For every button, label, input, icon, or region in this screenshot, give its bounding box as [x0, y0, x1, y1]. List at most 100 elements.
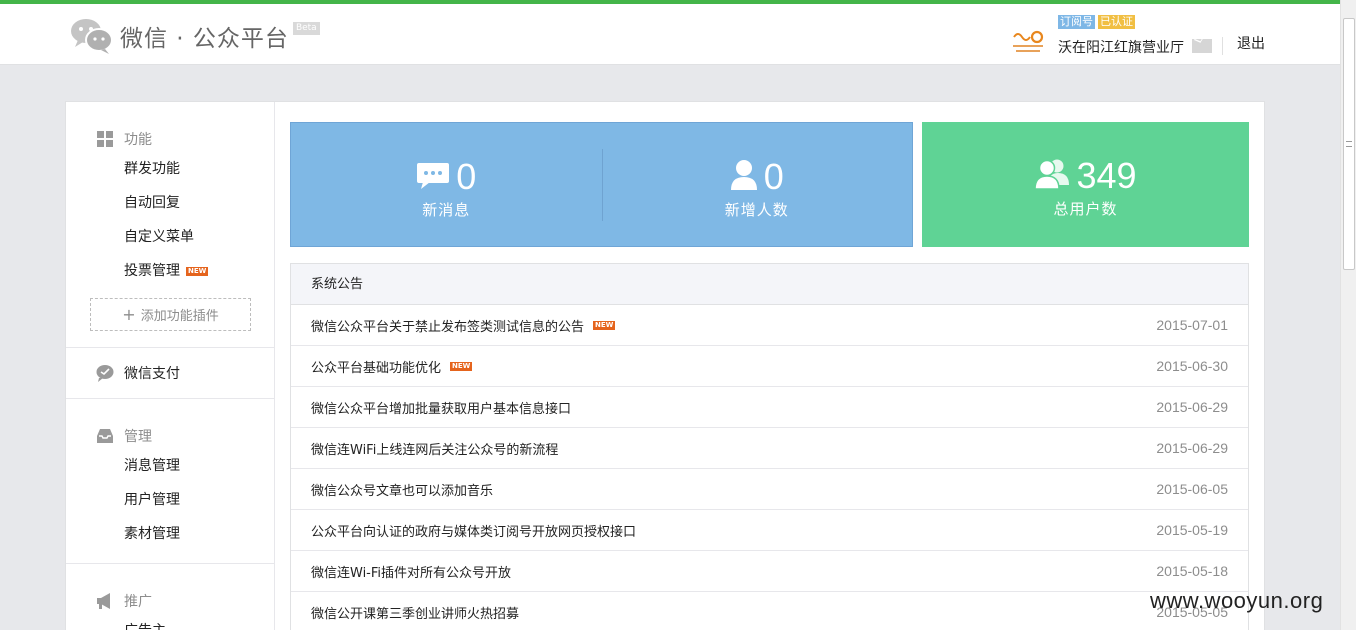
sidebar-item-auto-reply[interactable]: 自动回复 [66, 186, 274, 220]
new-badge: NEW [186, 266, 209, 276]
notice-row[interactable]: 公众平台向认证的政府与媒体类订阅号开放网页授权接口 2015-05-19 [291, 510, 1248, 551]
top-header: 微信 · 公众平台 Beta 订阅号 已认证 沃在阳江红旗营业厅 退出 [0, 4, 1340, 65]
sidebar-group-promote: 推广 广告主 [66, 564, 274, 630]
system-notice-panel: 系统公告 微信公众平台关于禁止发布签类测试信息的公告 NEW 2015-07-01 公… [290, 263, 1249, 630]
sidebar-head-function: 功能 [66, 126, 274, 152]
sidebar-item-label: 投票管理 [124, 263, 180, 279]
sidebar-item-custom-menu[interactable]: 自定义菜单 [66, 220, 274, 254]
platform-title: 微信 · 公众平台 [120, 26, 289, 52]
sidebar-item-wechat-pay[interactable]: 微信支付 [66, 360, 274, 386]
add-plugin-label: 添加功能插件 [140, 309, 219, 324]
sidebar-item-label: 消息管理 [124, 458, 180, 474]
notice-row[interactable]: 微信公众号文章也可以添加音乐 2015-06-05 [291, 469, 1248, 510]
new-badge: NEW [450, 361, 473, 371]
sidebar-item-label: 自定义菜单 [124, 229, 194, 245]
sidebar-item-label: 群发功能 [124, 161, 180, 177]
sidebar-group-pay: 微信支付 [66, 348, 274, 399]
inbox-icon [96, 427, 114, 445]
sidebar-item-material-manage[interactable]: 素材管理 [66, 517, 274, 551]
sidebar-item-user-manage[interactable]: 用户管理 [66, 483, 274, 517]
sidebar: 功能 群发功能 自动回复 自定义菜单 投票管理 NEW + 添加功能插件 微信支… [66, 102, 275, 630]
verified-tag: 已认证 [1098, 15, 1135, 29]
plus-icon: + [122, 305, 136, 324]
notice-row[interactable]: 微信公众平台关于禁止发布签类测试信息的公告 NEW 2015-07-01 [291, 305, 1248, 346]
scrollbar-thumb[interactable] [1343, 18, 1355, 270]
sidebar-group-function: 功能 群发功能 自动回复 自定义菜单 投票管理 NEW + 添加功能插件 [66, 102, 274, 348]
message-bubble-icon [416, 160, 450, 194]
stat-value: 0 [456, 156, 477, 197]
stat-value: 0 [763, 156, 784, 197]
notice-title[interactable]: 微信公众号文章也可以添加音乐 [311, 480, 493, 499]
scrollbar-grip-icon [1346, 141, 1352, 147]
notice-title[interactable]: 公众平台基础功能优化 NEW [311, 357, 473, 376]
notice-row[interactable]: 微信公开课第三季创业讲师火热招募 2015-05-05 [291, 592, 1248, 630]
sidebar-head-label: 推广 [124, 594, 152, 610]
account-area: 订阅号 已认证 沃在阳江红旗营业厅 退出 [1010, 13, 1265, 63]
notice-date: 2015-06-30 [1156, 358, 1228, 374]
main-container: 功能 群发功能 自动回复 自定义菜单 投票管理 NEW + 添加功能插件 微信支… [65, 101, 1265, 630]
notice-title-text: 微信公众平台关于禁止发布签类测试信息的公告 [311, 319, 585, 335]
sidebar-item-advertiser[interactable]: 广告主 [66, 614, 274, 630]
notice-title-text: 微信连Wi-Fi插件对所有公众号开放 [311, 565, 512, 581]
notice-row[interactable]: 公众平台基础功能优化 NEW 2015-06-30 [291, 346, 1248, 387]
notice-title[interactable]: 微信连Wi-Fi插件对所有公众号开放 [311, 562, 511, 581]
stat-label: 新增人数 [724, 201, 789, 219]
wechat-pay-icon [96, 364, 114, 382]
account-type-tag: 订阅号 [1058, 15, 1095, 29]
account-avatar[interactable] [1010, 27, 1046, 57]
sidebar-item-message-manage[interactable]: 消息管理 [66, 449, 274, 483]
notice-title[interactable]: 微信公开课第三季创业讲师火热招募 [311, 603, 519, 622]
stat-label: 总用户数 [1053, 200, 1118, 218]
sidebar-item-label: 广告主 [124, 614, 166, 630]
notice-title[interactable]: 公众平台向认证的政府与媒体类订阅号开放网页授权接口 [311, 521, 636, 540]
stat-new-users[interactable]: 0 新增人数 [602, 123, 913, 246]
notice-title-text: 公众平台基础功能优化 [311, 360, 442, 376]
notice-title[interactable]: 微信公众平台关于禁止发布签类测试信息的公告 NEW [311, 316, 616, 335]
notice-row[interactable]: 微信公众平台增加批量获取用户基本信息接口 2015-06-29 [291, 387, 1248, 428]
new-badge: NEW [593, 320, 616, 330]
notice-title-text: 微信公众平台增加批量获取用户基本信息接口 [311, 401, 572, 417]
stat-label: 新消息 [422, 201, 471, 219]
sidebar-head-label: 微信支付 [124, 366, 180, 382]
stat-new-messages[interactable]: 0 新消息 [291, 123, 602, 246]
sidebar-item-label: 用户管理 [124, 492, 180, 508]
notice-list: 微信公众平台关于禁止发布签类测试信息的公告 NEW 2015-07-01 公众平台基础… [291, 305, 1248, 630]
notice-date: 2015-06-05 [1156, 481, 1228, 497]
notice-title-text: 微信公众号文章也可以添加音乐 [311, 483, 494, 499]
sidebar-item-mass-send[interactable]: 群发功能 [66, 152, 274, 186]
stat-value: 349 [1076, 155, 1137, 196]
megaphone-icon [96, 592, 114, 610]
notice-title[interactable]: 微信公众平台增加批量获取用户基本信息接口 [311, 398, 571, 417]
notice-header: 系统公告 [291, 264, 1248, 305]
sidebar-item-label: 自动回复 [124, 195, 180, 211]
stats-panel: 0 新消息 0 新增人数 349 总用户数 [290, 122, 1249, 247]
sidebar-head-manage: 管理 [66, 423, 274, 449]
notice-row[interactable]: 微信连WiFi上线连网后关注公众号的新流程 2015-06-29 [291, 428, 1248, 469]
sidebar-item-vote-manage[interactable]: 投票管理 NEW [66, 254, 274, 288]
notice-title-text: 微信连WiFi上线连网后关注公众号的新流程 [311, 442, 559, 458]
notice-row[interactable]: 微信连Wi-Fi插件对所有公众号开放 2015-05-18 [291, 551, 1248, 592]
mail-icon[interactable] [1192, 39, 1212, 53]
sidebar-head-label: 管理 [124, 429, 152, 445]
stat-total-users[interactable]: 349 总用户数 [922, 122, 1249, 247]
logout-link[interactable]: 退出 [1237, 33, 1265, 53]
sidebar-item-label: 素材管理 [124, 526, 180, 542]
user-icon [730, 159, 758, 195]
page-scrollbar[interactable] [1340, 0, 1356, 630]
logo[interactable]: 微信 · 公众平台 Beta [70, 16, 320, 56]
header-divider [1222, 37, 1223, 55]
notice-title-text: 微信公开课第三季创业讲师火热招募 [311, 606, 520, 622]
account-name[interactable]: 沃在阳江红旗营业厅 [1058, 37, 1184, 57]
sidebar-head-promote: 推广 [66, 588, 274, 614]
stats-blue-card: 0 新消息 0 新增人数 [290, 122, 913, 247]
add-plugin-button[interactable]: + 添加功能插件 [90, 298, 251, 331]
beta-badge: Beta [292, 22, 320, 35]
notice-title-text: 公众平台向认证的政府与媒体类订阅号开放网页授权接口 [311, 524, 637, 540]
wechat-logo-icon [70, 17, 114, 55]
sidebar-group-manage: 管理 消息管理 用户管理 素材管理 [66, 399, 274, 564]
watermark: www.wooyun.org [1150, 588, 1324, 613]
notice-title[interactable]: 微信连WiFi上线连网后关注公众号的新流程 [311, 439, 558, 458]
notice-date: 2015-07-01 [1156, 317, 1228, 333]
sidebar-head-label: 功能 [124, 132, 152, 148]
notice-date: 2015-06-29 [1156, 440, 1228, 456]
